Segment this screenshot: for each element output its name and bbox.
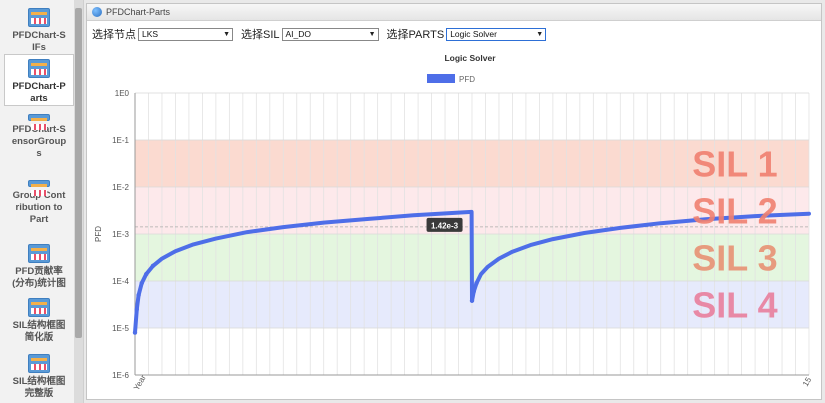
app-window: PFDChart-S IFs PFDChart-P arts PFDChart-S … xyxy=(0,0,825,403)
sidebar-scroll-thumb[interactable] xyxy=(75,8,82,338)
tooltip-text: 1.42e-3 xyxy=(431,221,459,230)
node-select-label: 选择节点 xyxy=(92,29,136,41)
y-tick-label: 1E-5 xyxy=(112,324,129,333)
y-tick-label: 1E-3 xyxy=(112,230,129,239)
sidebar-item-label: SIL结构框图 完整版 xyxy=(12,376,66,399)
parts-select-value: Logic Solver xyxy=(450,28,497,39)
legend-label: PFD xyxy=(459,75,475,84)
sil-select-label: 选择SIL xyxy=(241,29,280,41)
node-select-value: LKS xyxy=(142,28,159,39)
sil-band-label: SIL 4 xyxy=(692,285,777,326)
data-point xyxy=(469,298,475,303)
sil-band-label: SIL 3 xyxy=(692,238,777,279)
parts-select-label: 选择PARTS xyxy=(386,29,445,41)
x-tick-label: 15 xyxy=(801,375,814,388)
sidebar-item-label: PFDChart-S IFs xyxy=(12,30,66,53)
chart-icon xyxy=(28,114,50,130)
parts-select[interactable]: Logic Solver ▼ xyxy=(446,27,547,41)
sidebar-item[interactable]: Group Cont ribution to Part xyxy=(4,176,74,226)
y-tick-label: 1E-2 xyxy=(112,183,129,192)
chart-panel: PFDChart-Parts 选择节点 LKS ▼ 选择SIL AI_DO ▼ … xyxy=(86,3,822,400)
chevron-down-icon: ▼ xyxy=(368,30,376,38)
chart-title: Logic Solver xyxy=(444,53,496,63)
controls-bar: 选择节点 LKS ▼ 选择SIL AI_DO ▼ 选择PARTS Logic S… xyxy=(92,26,554,42)
node-select[interactable]: LKS ▼ xyxy=(138,27,233,41)
chart-area: 1E0 1E-1 1E-2 1E-3 1E-4 1E-5 1E-6 Year 15 PFD Log… xyxy=(87,48,821,398)
chevron-down-icon: ▼ xyxy=(223,30,230,38)
y-tick-label: 1E-1 xyxy=(112,136,129,145)
sidebar-scrollbar[interactable] xyxy=(74,0,83,403)
globe-icon xyxy=(92,7,102,17)
chart-icon xyxy=(28,244,50,263)
y-tick-label: 1E-6 xyxy=(112,371,129,380)
sil-select-value: AI_DO xyxy=(285,28,312,39)
y-axis-title: PFD xyxy=(94,226,103,242)
pfd-chart: 1E0 1E-1 1E-2 1E-3 1E-4 1E-5 1E-6 Year 15 PFD Log… xyxy=(94,53,814,392)
panel-header: PFDChart-Parts xyxy=(87,4,821,21)
data-point xyxy=(136,292,141,298)
chart-icon xyxy=(28,180,50,196)
chart-icon xyxy=(28,354,50,373)
sidebar-item-label: PFDChart-P arts xyxy=(12,81,66,104)
data-point xyxy=(144,271,149,277)
data-point xyxy=(134,307,139,312)
chart-icon xyxy=(28,59,50,78)
data-point xyxy=(474,280,479,286)
sidebar-item[interactable]: SIL结构框图 完整版 xyxy=(4,350,74,400)
data-point xyxy=(150,263,156,269)
sil-band-label: SIL 2 xyxy=(692,191,777,232)
sil-select[interactable]: AI_DO ▼ xyxy=(281,27,379,41)
sidebar: PFDChart-S IFs PFDChart-P arts PFDChart-S … xyxy=(0,0,84,403)
sidebar-item-label: PFD贡献率 (分布)统计图 xyxy=(12,266,66,289)
chart-icon xyxy=(28,298,50,317)
sidebar-item[interactable]: PFDChart-P arts xyxy=(4,54,74,106)
sidebar-list: PFDChart-S IFs PFDChart-P arts PFDChart-S … xyxy=(0,0,74,403)
x-tick-label: Year xyxy=(132,373,148,392)
sil-band-label: SIL 1 xyxy=(692,144,777,185)
sidebar-item[interactable]: SIL结构框图 简化版 xyxy=(4,294,74,344)
y-tick-label: 1E0 xyxy=(115,89,130,98)
sidebar-item-label: SIL结构框图 简化版 xyxy=(12,320,66,343)
legend-swatch xyxy=(427,74,455,83)
panel-title: PFDChart-Parts xyxy=(106,7,171,17)
y-tick-label: 1E-4 xyxy=(112,277,129,286)
data-point xyxy=(132,330,138,335)
sidebar-item[interactable]: PFD贡献率 (分布)统计图 xyxy=(4,240,74,290)
chart-icon xyxy=(28,8,50,27)
sidebar-item[interactable]: PFDChart-S IFs xyxy=(4,4,74,54)
sidebar-item[interactable]: PFDChart-S ensorGroup s xyxy=(4,110,74,160)
data-point xyxy=(471,289,476,294)
data-point xyxy=(139,280,144,286)
chevron-down-icon: ▼ xyxy=(536,30,544,38)
